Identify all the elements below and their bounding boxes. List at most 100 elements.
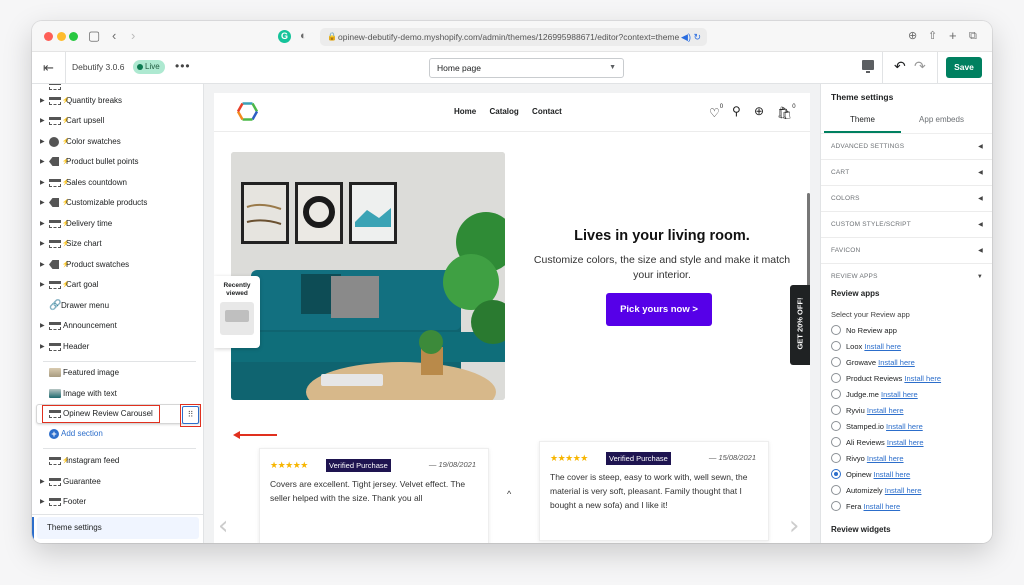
expand-icon[interactable]: ▶: [40, 173, 45, 193]
pick-yours-now-button[interactable]: Pick yours now >: [606, 293, 712, 326]
download-icon[interactable]: ⊕: [908, 28, 917, 44]
close-window-button[interactable]: [44, 32, 53, 41]
expand-icon[interactable]: ▶: [40, 492, 45, 512]
review-app-option[interactable]: Fera Install here: [831, 501, 900, 517]
sidebar-item-customizable-products[interactable]: ▶ ⚡ Customizable products: [32, 193, 203, 213]
radio-unselected[interactable]: [831, 341, 841, 351]
radio-unselected[interactable]: [831, 437, 841, 447]
new-tab-icon[interactable]: +: [949, 28, 957, 44]
more-actions-button[interactable]: •••: [175, 60, 191, 72]
page-selector[interactable]: Home page ▼: [429, 58, 624, 78]
sidebar-item-product-bullet-points[interactable]: ▶ ⚡ Product bullet points: [32, 152, 203, 172]
nav-home-link[interactable]: Home: [454, 107, 476, 116]
carousel-prev-icon[interactable]: ‹: [218, 513, 228, 539]
back-icon[interactable]: ‹: [112, 28, 116, 44]
accordion-cart[interactable]: CART ◀: [821, 160, 992, 186]
radio-unselected[interactable]: [831, 453, 841, 463]
review-app-option[interactable]: Loox Install here: [831, 341, 901, 357]
review-app-option[interactable]: Ali Reviews Install here: [831, 437, 924, 453]
carousel-next-icon[interactable]: ›: [789, 513, 799, 539]
install-here-link[interactable]: Install here: [878, 358, 915, 367]
sidebar-item-guarantee[interactable]: ▶ Guarantee: [32, 472, 203, 492]
exit-editor-button[interactable]: ⇤: [32, 52, 66, 84]
share-icon[interactable]: ⇧: [928, 28, 937, 44]
radio-unselected[interactable]: [831, 421, 841, 431]
cart-icon[interactable]: 🛍0: [777, 104, 796, 120]
expand-icon[interactable]: ▶: [40, 472, 45, 492]
nav-contact-link[interactable]: Contact: [532, 107, 562, 116]
review-app-option[interactable]: Product Reviews Install here: [831, 373, 941, 389]
sidebar-item-quantity-breaks[interactable]: ▶ ⚡ Quantity breaks: [32, 91, 203, 111]
recently-viewed-thumbnail[interactable]: [220, 302, 254, 335]
expand-icon[interactable]: ▶: [40, 255, 45, 275]
tabs-icon[interactable]: ⧉: [969, 28, 977, 44]
radio-unselected[interactable]: [831, 405, 841, 415]
forward-icon[interactable]: ›: [131, 28, 135, 44]
install-here-link[interactable]: Install here: [886, 422, 923, 431]
sidebar-item-product-swatches[interactable]: ▶ ⚡ Product swatches: [32, 255, 203, 275]
review-app-option[interactable]: No Review app: [831, 325, 897, 341]
install-here-link[interactable]: Install here: [874, 470, 911, 479]
radio-unselected[interactable]: [831, 357, 841, 367]
radio-unselected[interactable]: [831, 373, 841, 383]
store-logo[interactable]: [237, 102, 258, 121]
minimize-window-button[interactable]: [57, 32, 66, 41]
expand-icon[interactable]: ▶: [40, 111, 45, 131]
shield-icon[interactable]: ◐: [300, 28, 307, 44]
review-app-option[interactable]: Stamped.io Install here: [831, 421, 923, 437]
review-app-option[interactable]: Ryviu Install here: [831, 405, 904, 421]
expand-icon[interactable]: ▶: [40, 193, 45, 213]
wishlist-icon[interactable]: ♡0: [709, 104, 723, 120]
expand-icon[interactable]: ▶: [40, 91, 45, 111]
accordion-review-apps[interactable]: REVIEW APPS ▼: [821, 264, 992, 290]
install-here-link[interactable]: Install here: [904, 374, 941, 383]
install-here-link[interactable]: Install here: [867, 454, 904, 463]
expand-icon[interactable]: ▶: [40, 275, 45, 295]
sidebar-item-drawer-menu[interactable]: 🔗 Drawer menu: [32, 296, 203, 316]
chevron-up-icon[interactable]: ^: [507, 489, 511, 499]
sidebar-item-cart-goal[interactable]: ▶ ⚡ Cart goal: [32, 275, 203, 295]
sidebar-item-image-with-text[interactable]: Image with text: [32, 384, 203, 404]
desktop-preview-icon[interactable]: [862, 60, 874, 73]
maximize-window-button[interactable]: [69, 32, 78, 41]
discount-tab[interactable]: GET 20% OFF!: [790, 285, 810, 365]
audio-icon[interactable]: ◀) ↻: [681, 28, 701, 46]
radio-unselected[interactable]: [831, 325, 841, 335]
expand-icon[interactable]: ▶: [40, 132, 45, 152]
radio-unselected[interactable]: [831, 389, 841, 399]
sidebar-item-color-swatches[interactable]: ▶ ⚡ Color swatches: [32, 132, 203, 152]
accordion-favicon[interactable]: FAVICON ◀: [821, 238, 992, 264]
globe-icon[interactable]: ⊕: [754, 104, 764, 118]
save-button[interactable]: Save: [946, 57, 982, 78]
radio-selected[interactable]: [831, 469, 841, 479]
install-here-link[interactable]: Install here: [887, 438, 924, 447]
review-app-option[interactable]: Opinew Install here: [831, 469, 910, 485]
radio-unselected[interactable]: [831, 485, 841, 495]
sidebar-item-cart-upsell[interactable]: ▶ ⚡ Cart upsell: [32, 111, 203, 131]
sidebar-icon[interactable]: ▢: [88, 28, 100, 44]
radio-unselected[interactable]: [831, 501, 841, 511]
expand-icon[interactable]: ▶: [40, 337, 45, 357]
address-bar[interactable]: 🔒 opinew-debutify-demo.myshopify.com/adm…: [320, 28, 707, 46]
install-here-link[interactable]: Install here: [864, 502, 901, 511]
sidebar-item-header[interactable]: ▶ Header: [32, 337, 203, 357]
review-app-option[interactable]: Automizely Install here: [831, 485, 921, 501]
redo-button[interactable]: ↷: [914, 58, 926, 75]
review-app-option[interactable]: Rivyo Install here: [831, 453, 904, 469]
expand-icon[interactable]: ▶: [40, 316, 45, 336]
recently-viewed-widget[interactable]: Recently viewed: [214, 276, 260, 348]
sidebar-item-instagram-feed[interactable]: ⚡ Instagram feed: [32, 451, 203, 471]
install-here-link[interactable]: Install here: [881, 390, 918, 399]
sidebar-item-footer[interactable]: ▶ Footer: [32, 492, 203, 512]
expand-icon[interactable]: ▶: [40, 152, 45, 172]
nav-catalog-link[interactable]: Catalog: [489, 107, 518, 116]
expand-icon[interactable]: ▶: [40, 214, 45, 234]
grammarly-icon[interactable]: G: [278, 30, 291, 43]
install-here-link[interactable]: Install here: [885, 486, 922, 495]
sidebar-item-size-chart[interactable]: ▶ ⚡ Size chart: [32, 234, 203, 254]
accordion-advanced-settings[interactable]: ADVANCED SETTINGS ◀: [821, 134, 992, 160]
review-app-option[interactable]: Judge.me Install here: [831, 389, 918, 405]
sidebar-item-sales-countdown[interactable]: ▶ ⚡ Sales countdown: [32, 173, 203, 193]
sidebar-item-theme-settings[interactable]: Theme settings: [32, 517, 199, 539]
accordion-custom-style-script[interactable]: CUSTOM STYLE/SCRIPT ◀: [821, 212, 992, 238]
